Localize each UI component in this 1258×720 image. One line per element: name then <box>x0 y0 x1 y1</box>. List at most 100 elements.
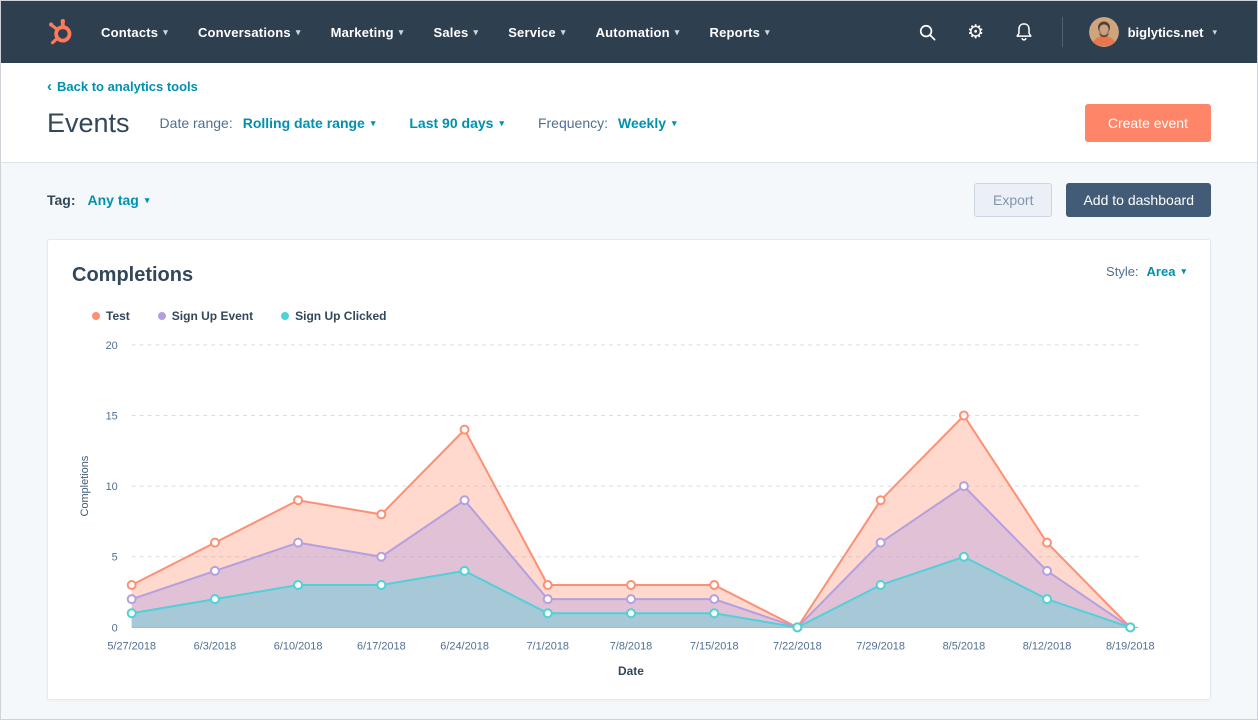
tag-value: Any tag <box>88 192 139 208</box>
account-menu[interactable]: biglytics.net ▾ <box>1089 17 1217 47</box>
hubspot-sprocket-icon <box>46 18 74 46</box>
nav-item-marketing[interactable]: Marketing ▾ <box>331 25 404 40</box>
nav-item-label: Service <box>508 25 556 40</box>
main-nav: Contacts▾Conversations▾Marketing▾Sales▾S… <box>101 25 770 40</box>
chevron-down-icon: ▾ <box>1212 27 1217 38</box>
svg-text:5: 5 <box>112 552 118 564</box>
page-title: Events <box>47 108 130 139</box>
nav-item-label: Contacts <box>101 25 158 40</box>
svg-text:15: 15 <box>106 411 118 423</box>
chevron-down-icon: ▾ <box>561 27 566 38</box>
legend-dot <box>281 312 289 320</box>
svg-text:6/3/2018: 6/3/2018 <box>194 640 237 652</box>
nav-item-sales[interactable]: Sales ▾ <box>433 25 478 40</box>
date-range-period-value: Last 90 days <box>409 115 493 131</box>
page-header: ‹ Back to analytics tools Events Date ra… <box>1 63 1257 163</box>
completions-area-chart[interactable]: 0 5 10 15 20 5/27/2018 6/3/2018 6/10/2018 6/17/2… <box>72 329 1186 685</box>
chevron-down-icon: ▾ <box>675 27 680 38</box>
chevron-down-icon: ▾ <box>1181 266 1186 277</box>
account-name: biglytics.net <box>1128 25 1204 40</box>
legend-label: Sign Up Event <box>172 309 253 323</box>
svg-text:8/19/2018: 8/19/2018 <box>1106 640 1155 652</box>
chevron-down-icon: ▾ <box>672 118 677 129</box>
app-window: Contacts▾Conversations▾Marketing▾Sales▾S… <box>0 0 1258 720</box>
svg-text:7/22/2018: 7/22/2018 <box>773 640 822 652</box>
svg-text:7/1/2018: 7/1/2018 <box>526 640 569 652</box>
svg-text:10: 10 <box>106 481 118 493</box>
style-label: Style: <box>1106 264 1139 279</box>
date-range-label: Date range: <box>160 115 233 131</box>
hubspot-logo[interactable] <box>45 17 75 47</box>
settings-button[interactable]: ⚙ <box>964 20 988 44</box>
nav-item-label: Sales <box>433 25 468 40</box>
svg-text:Date: Date <box>618 664 644 678</box>
svg-text:6/17/2018: 6/17/2018 <box>357 640 406 652</box>
chart-area[interactable]: 0 5 10 15 20 5/27/2018 6/3/2018 6/10/2018 6/17/2… <box>72 329 1186 685</box>
chevron-down-icon: ▾ <box>399 27 404 38</box>
back-to-analytics-link[interactable]: ‹ Back to analytics tools <box>47 79 198 94</box>
legend-label: Sign Up Clicked <box>295 309 386 323</box>
nav-item-label: Automation <box>596 25 670 40</box>
nav-item-reports[interactable]: Reports ▾ <box>710 25 770 40</box>
frequency-value: Weekly <box>618 115 666 131</box>
completions-card: Completions Style: Area ▾ Test Sign Up Ev… <box>47 239 1211 700</box>
nav-item-label: Conversations <box>198 25 291 40</box>
back-link-label: Back to analytics tools <box>57 79 198 94</box>
frequency-dropdown[interactable]: Weekly ▾ <box>618 115 677 131</box>
legend-item-test[interactable]: Test <box>92 309 130 323</box>
navbar-right: ⚙ biglytics. <box>916 17 1217 47</box>
nav-item-label: Marketing <box>331 25 394 40</box>
card-title: Completions <box>72 264 193 287</box>
legend-label: Test <box>106 309 130 323</box>
svg-text:Completions: Completions <box>79 455 91 516</box>
chevron-left-icon: ‹ <box>47 79 52 94</box>
svg-text:20: 20 <box>106 340 118 352</box>
chevron-down-icon: ▾ <box>765 27 770 38</box>
date-range-type-dropdown[interactable]: Rolling date range ▾ <box>243 115 376 131</box>
svg-text:0: 0 <box>112 622 118 634</box>
filter-toolbar: Tag: Any tag ▾ Export Add to dashboard <box>1 163 1257 221</box>
top-navbar: Contacts▾Conversations▾Marketing▾Sales▾S… <box>1 1 1257 63</box>
legend-dot <box>92 312 100 320</box>
chart-style-value: Area <box>1147 264 1176 279</box>
svg-text:8/5/2018: 8/5/2018 <box>943 640 986 652</box>
legend-dot <box>158 312 166 320</box>
svg-text:6/24/2018: 6/24/2018 <box>440 640 489 652</box>
nav-item-label: Reports <box>710 25 761 40</box>
avatar <box>1089 17 1119 47</box>
svg-text:7/29/2018: 7/29/2018 <box>856 640 905 652</box>
chevron-down-icon: ▾ <box>499 118 504 129</box>
svg-text:6/10/2018: 6/10/2018 <box>274 640 323 652</box>
nav-item-automation[interactable]: Automation ▾ <box>596 25 680 40</box>
chevron-down-icon: ▾ <box>473 27 478 38</box>
search-icon <box>918 23 937 42</box>
export-button[interactable]: Export <box>974 183 1052 217</box>
add-to-dashboard-button[interactable]: Add to dashboard <box>1066 183 1211 217</box>
date-range-period-dropdown[interactable]: Last 90 days ▾ <box>409 115 504 131</box>
navbar-divider <box>1062 17 1063 47</box>
tag-dropdown[interactable]: Any tag ▾ <box>88 192 150 208</box>
chevron-down-icon: ▾ <box>163 27 168 38</box>
chart-legend: Test Sign Up Event Sign Up Clicked <box>92 309 1186 323</box>
nav-item-conversations[interactable]: Conversations ▾ <box>198 25 301 40</box>
gear-icon: ⚙ <box>967 23 984 42</box>
chevron-down-icon: ▾ <box>371 118 376 129</box>
chevron-down-icon: ▾ <box>145 195 150 206</box>
search-button[interactable] <box>916 20 940 44</box>
tag-label: Tag: <box>47 192 76 208</box>
chart-style-dropdown[interactable]: Area ▾ <box>1147 264 1186 279</box>
nav-item-service[interactable]: Service ▾ <box>508 25 565 40</box>
legend-item-sign-up-clicked[interactable]: Sign Up Clicked <box>281 309 386 323</box>
bell-icon <box>1015 22 1033 42</box>
svg-text:7/15/2018: 7/15/2018 <box>690 640 739 652</box>
frequency-label: Frequency: <box>538 115 608 131</box>
svg-text:5/27/2018: 5/27/2018 <box>107 640 156 652</box>
nav-item-contacts[interactable]: Contacts ▾ <box>101 25 168 40</box>
svg-text:7/8/2018: 7/8/2018 <box>610 640 653 652</box>
chevron-down-icon: ▾ <box>296 27 301 38</box>
date-range-type-value: Rolling date range <box>243 115 365 131</box>
legend-item-sign-up-event[interactable]: Sign Up Event <box>158 309 253 323</box>
notifications-button[interactable] <box>1012 20 1036 44</box>
svg-text:8/12/2018: 8/12/2018 <box>1023 640 1072 652</box>
create-event-button[interactable]: Create event <box>1085 104 1211 142</box>
